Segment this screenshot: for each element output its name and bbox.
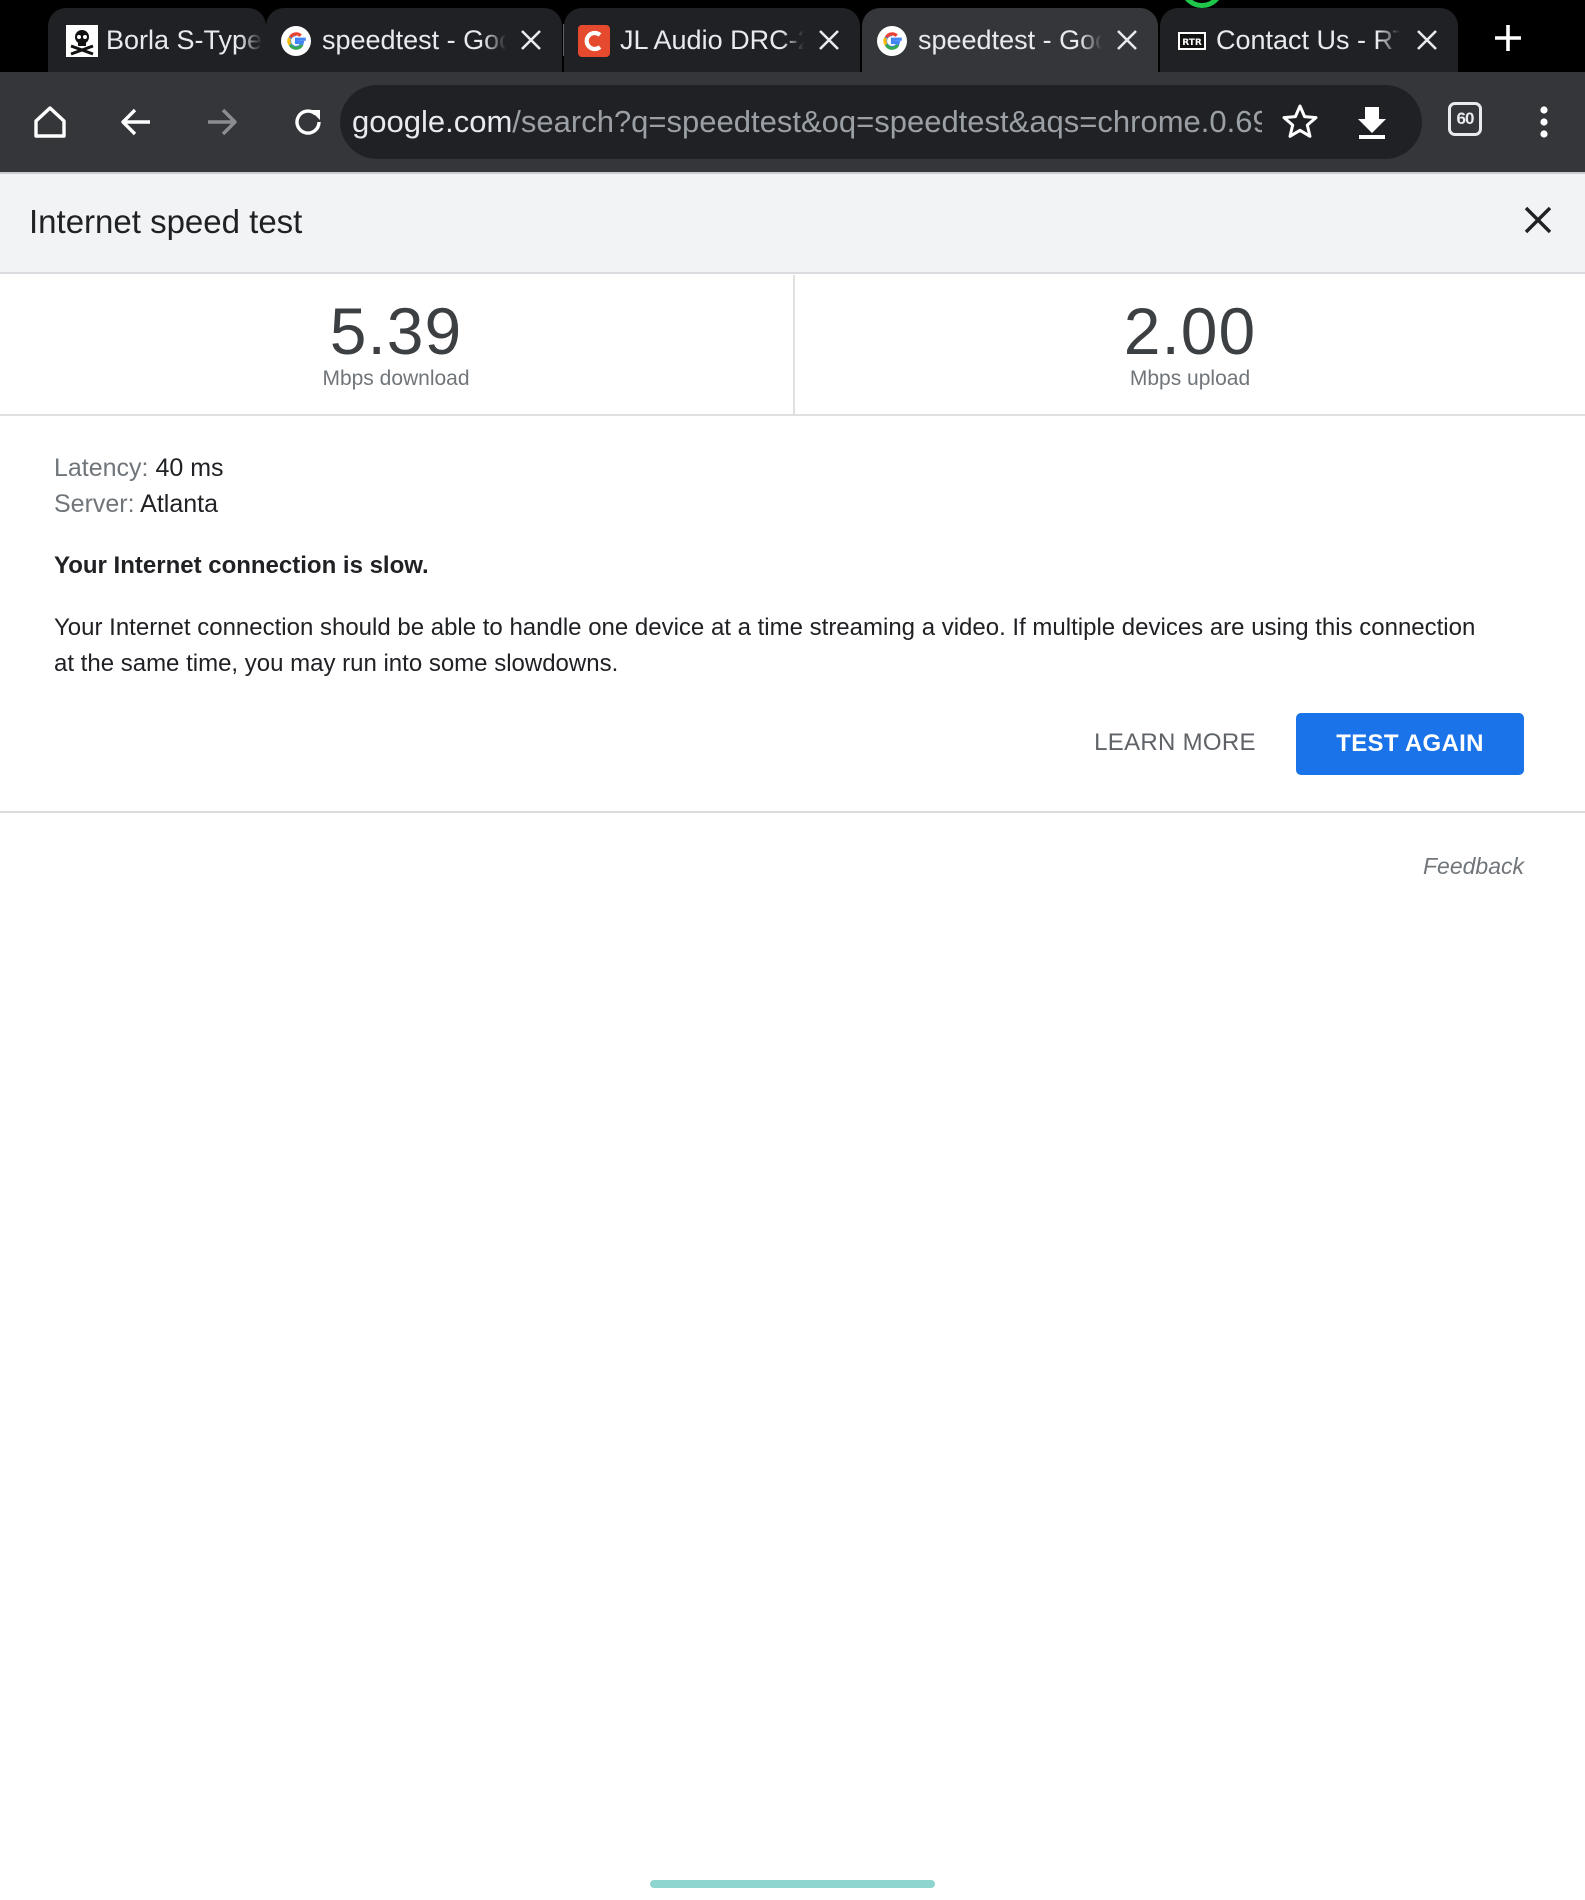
svg-text:RTR: RTR <box>1182 38 1202 48</box>
google-g-favicon-icon <box>876 25 908 57</box>
google-g-favicon-icon <box>280 25 312 57</box>
browser-toolbar: google.com/search?q=speedtest&oq=speedte… <box>0 72 1585 172</box>
more-vert-icon[interactable] <box>1522 100 1566 144</box>
tab-jl-audio[interactable]: JL Audio DRC-20 <box>564 8 860 72</box>
bookmark-star-icon[interactable] <box>1278 100 1322 144</box>
c-logo-favicon-icon <box>578 25 610 57</box>
tab-contact-rtr[interactable]: RTR Contact Us - RTR <box>1160 8 1458 72</box>
home-icon[interactable] <box>28 100 72 144</box>
speedtest-details: Latency: 40 ms Server: Atlanta <box>54 450 1534 522</box>
back-arrow-icon[interactable] <box>114 100 158 144</box>
tab-title: Borla S-Type A <box>106 23 262 57</box>
tab-close-icon[interactable] <box>518 27 544 53</box>
upload-unit: Mbps upload <box>1129 367 1251 390</box>
tab-title: JL Audio DRC-20 <box>620 23 804 57</box>
forward-arrow-icon[interactable] <box>200 100 244 144</box>
speed-metrics: 5.39 Mbps download 2.00 Mbps upload <box>0 275 1585 416</box>
tab-close-icon[interactable] <box>1114 27 1140 53</box>
url-path: /search?q=speedtest&oq=speedtest&aqs=chr… <box>512 104 1262 139</box>
speed-verdict: Your Internet connection is slow. <box>54 552 429 579</box>
tab-close-icon[interactable] <box>1414 27 1440 53</box>
reload-icon[interactable] <box>286 100 330 144</box>
tab-count-button[interactable]: 60 <box>1448 102 1482 136</box>
learn-more-button[interactable]: LEARN MORE <box>1080 712 1270 774</box>
tab-title: speedtest - Goog <box>322 23 506 57</box>
upload-metric: 2.00 Mbps upload <box>793 275 1585 416</box>
latency-label: Latency: <box>54 454 149 482</box>
url-text[interactable]: google.com/search?q=speedtest&oq=speedte… <box>352 103 1262 141</box>
download-metric: 5.39 Mbps download <box>0 275 792 416</box>
speed-description: Your Internet connection should be able … <box>54 614 1476 677</box>
tab-title: Contact Us - RTR <box>1216 23 1400 57</box>
download-icon[interactable] <box>1350 100 1394 144</box>
tab-strip: Borla S-Type A speedtest - Goog JL Audio <box>0 0 1585 72</box>
server-row: Server: Atlanta <box>54 486 1534 522</box>
section-divider <box>0 811 1585 813</box>
server-label: Server: <box>54 490 135 518</box>
new-tab-plus-icon[interactable] <box>1490 20 1526 56</box>
speedtest-title: Internet speed test <box>29 203 303 240</box>
download-unit: Mbps download <box>322 367 470 390</box>
skull-favicon-icon <box>66 25 98 57</box>
download-value: 5.39 <box>329 294 463 368</box>
tab-speedtest-1[interactable]: speedtest - Goog <box>266 8 562 72</box>
rtr-favicon-icon: RTR <box>1176 25 1208 57</box>
url-host: google.com <box>352 104 513 139</box>
notification-indicator <box>1180 0 1224 8</box>
omnibox[interactable]: google.com/search?q=speedtest&oq=speedte… <box>340 85 1422 159</box>
tab-close-icon[interactable] <box>816 27 842 53</box>
upload-value: 2.00 <box>1123 294 1257 368</box>
tab-speedtest-active[interactable]: speedtest - Goog <box>862 8 1158 72</box>
feedback-link[interactable]: Feedback <box>1400 850 1524 882</box>
latency-row: Latency: 40 ms <box>54 450 1534 486</box>
latency-value: 40 ms <box>155 454 224 482</box>
server-value: Atlanta <box>140 490 219 518</box>
gesture-navigation-bar[interactable] <box>650 1880 935 1888</box>
tab-borla[interactable]: Borla S-Type A <box>48 8 266 72</box>
close-icon[interactable] <box>1522 204 1554 236</box>
test-again-button[interactable]: TEST AGAIN <box>1296 713 1524 775</box>
tab-title: speedtest - Goog <box>918 23 1102 57</box>
speedtest-header: Internet speed test <box>0 174 1585 274</box>
